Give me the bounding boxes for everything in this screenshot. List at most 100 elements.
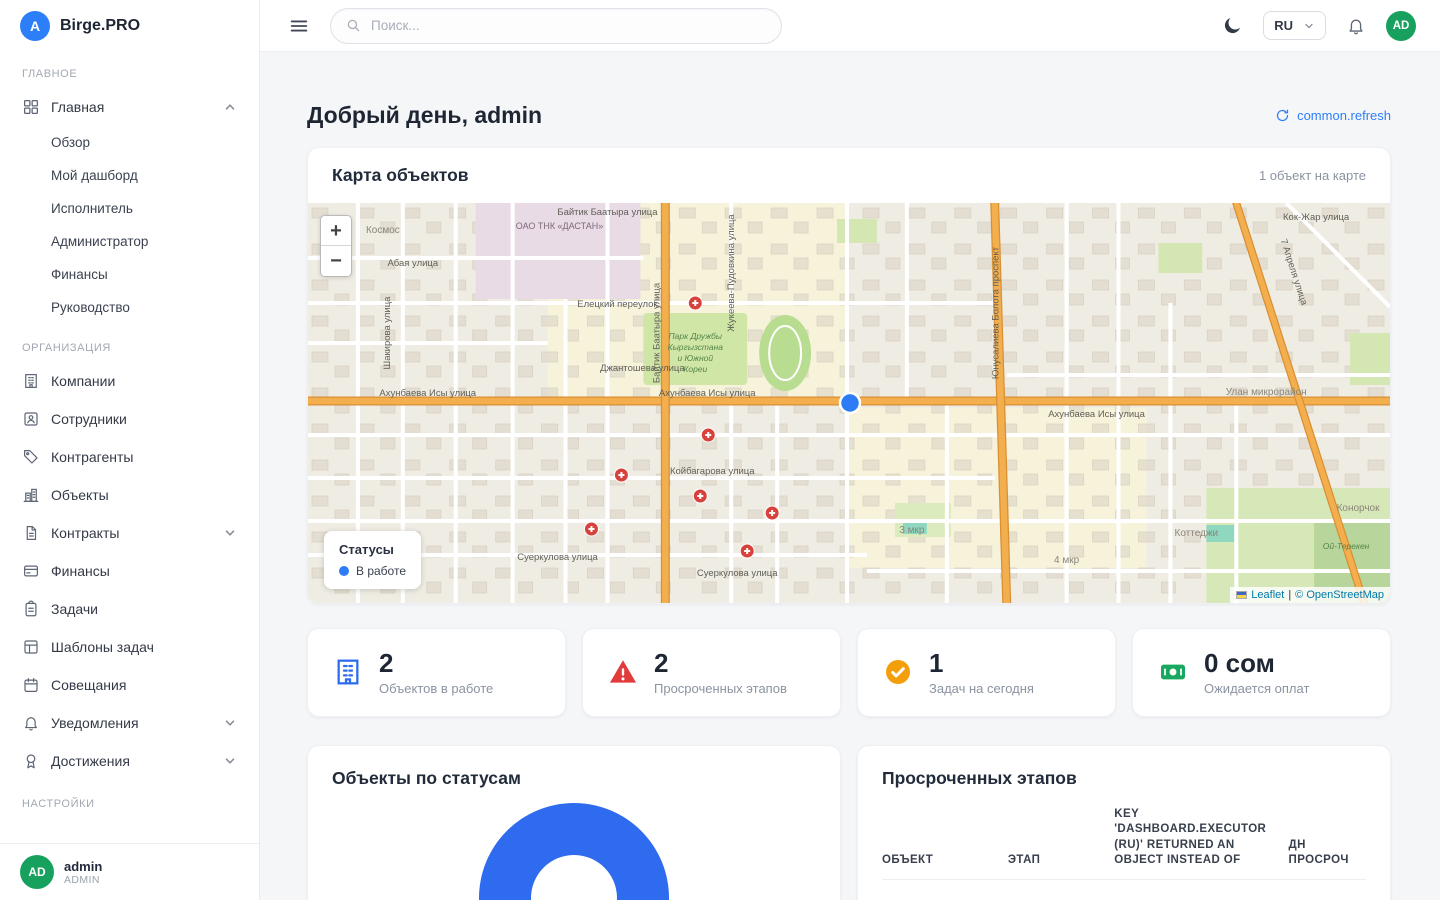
sidebar-item-tasks[interactable]: Задачи [12, 590, 247, 628]
brand-logo-icon: A [20, 11, 50, 41]
map-label: и Южной [677, 353, 713, 363]
section-label-settings: НАСТРОЙКИ [12, 792, 247, 818]
column-header-executor-key: KEY 'DASHBOARD.EXECUTOR (RU)' RETURNED A… [1114, 799, 1288, 880]
sidebar-subitem-finances[interactable]: Финансы [12, 258, 247, 291]
map-label: Кок-Жар улица [1283, 212, 1350, 223]
map-label: ОАО ТНК «ДАСТАН» [516, 221, 603, 231]
stat-label: Ожидается оплат [1204, 681, 1309, 696]
map-canvas[interactable]: Космос ОАО ТНК «ДАСТАН» Байтик Баатыра у… [308, 203, 1390, 603]
user-role: ADMIN [64, 874, 102, 886]
brand-block[interactable]: A Birge.PRO [0, 0, 259, 52]
sidebar-item-label: Финансы [51, 563, 110, 579]
legend-title: Статусы [339, 542, 406, 557]
status-in-progress-dot [339, 566, 349, 576]
section-label-main: ГЛАВНОЕ [12, 62, 247, 88]
column-header-days-overdue: ДН ПРОСРОЧ [1289, 799, 1366, 880]
topbar-avatar[interactable]: AD [1386, 11, 1416, 41]
sidebar-item-contracts[interactable]: Контракты [12, 514, 247, 552]
openstreetmap-link[interactable]: © OpenStreetMap [1295, 589, 1384, 601]
zoom-out-button[interactable]: − [321, 246, 351, 276]
contracts-icon [22, 524, 40, 542]
map-label: Жукеева-Пудовкина улица [726, 214, 737, 332]
medical-cross-marker[interactable] [584, 522, 598, 536]
medical-cross-marker[interactable] [688, 296, 702, 310]
contractors-icon [22, 448, 40, 466]
objects-by-status-panel: Объекты по статусам [307, 745, 841, 900]
medical-cross-marker[interactable] [740, 544, 754, 558]
refresh-button[interactable]: common.refresh [1275, 108, 1391, 123]
overdue-stages-table: ОБЪЕКТ ЭТАП KEY 'DASHBOARD.EXECUTOR (RU)… [882, 799, 1366, 880]
sidebar-item-home[interactable]: Главная [12, 88, 247, 126]
map-card: Карта объектов 1 объект на карте [307, 147, 1391, 604]
main-area: RU AD Добрый день, admin common.refresh … [260, 0, 1440, 900]
map-label: Улан микрорайон [1226, 387, 1307, 398]
sidebar-item-contractors[interactable]: Контрагенты [12, 438, 247, 476]
sidebar-subitem-administrator[interactable]: Администратор [12, 225, 247, 258]
sidebar-user[interactable]: AD admin ADMIN [0, 843, 259, 900]
language-value: RU [1274, 18, 1293, 33]
legend-item-label: В работе [356, 564, 406, 578]
medical-cross-marker[interactable] [693, 489, 707, 503]
sidebar-subitem-executor[interactable]: Исполнитель [12, 192, 247, 225]
leaflet-link[interactable]: Leaflet [1251, 589, 1284, 601]
stat-value: 1 [929, 649, 1034, 678]
check-circle-icon [882, 656, 914, 688]
sidebar-item-task-templates[interactable]: Шаблоны задач [12, 628, 247, 666]
map-label: 4 мкр [1054, 555, 1080, 566]
grid-icon [22, 98, 40, 116]
stat-value: 2 [654, 649, 787, 678]
sidebar-item-companies[interactable]: Компании [12, 362, 247, 400]
objects-icon [22, 486, 40, 504]
sidebar-item-label: Главная [51, 99, 104, 115]
sidebar-item-achievements[interactable]: Достижения [12, 742, 247, 780]
sidebar-item-label: Контракты [51, 525, 119, 541]
medical-cross-marker[interactable] [614, 468, 628, 482]
notifications-bell-button[interactable] [1342, 12, 1370, 40]
map-attribution: Leaflet | © OpenStreetMap [1230, 587, 1390, 603]
sidebar-item-employees[interactable]: Сотрудники [12, 400, 247, 438]
medical-cross-marker[interactable] [701, 428, 715, 442]
stat-value: 0 сом [1204, 649, 1309, 678]
panel-title: Объекты по статусам [332, 768, 816, 789]
tasks-icon [22, 600, 40, 618]
refresh-icon [1275, 108, 1290, 123]
search-input[interactable] [371, 18, 767, 33]
sidebar-subitem-overview[interactable]: Обзор [12, 126, 247, 159]
map-label: Космос [366, 225, 400, 236]
hamburger-menu-button[interactable] [284, 11, 314, 41]
map-label: Коттеджи [1175, 528, 1219, 539]
map-label: Суеркулова улица [517, 552, 598, 563]
notifications-icon [22, 714, 40, 732]
language-select[interactable]: RU [1263, 11, 1326, 40]
achievements-icon [22, 752, 40, 770]
dark-mode-toggle[interactable] [1218, 11, 1247, 40]
user-name: admin [64, 859, 102, 874]
map-label: Суеркулова улица [697, 568, 778, 579]
finance-icon [22, 562, 40, 580]
sidebar-subitem-my-dashboard[interactable]: Мой дашборд [12, 159, 247, 192]
search-box [330, 8, 782, 44]
section-label-organization: ОРГАНИЗАЦИЯ [12, 336, 247, 362]
chevron-down-icon [223, 716, 237, 730]
app-root: A Birge.PRO ГЛАВНОЕ Главная Обзор Мой да… [0, 0, 1440, 900]
chevron-down-icon [1303, 20, 1315, 32]
medical-cross-marker[interactable] [765, 506, 779, 520]
company-icon [22, 372, 40, 390]
map-status-legend: Статусы В работе [324, 531, 421, 589]
map-label: Ахунбаева Исы улица [1048, 409, 1145, 420]
map-label: Байтик Баатыра улица [557, 207, 658, 218]
stat-card-overdue-stages: 2 Просроченных этапов [582, 628, 841, 717]
object-marker[interactable] [840, 393, 860, 413]
sidebar: A Birge.PRO ГЛАВНОЕ Главная Обзор Мой да… [0, 0, 260, 900]
sidebar-item-objects[interactable]: Объекты [12, 476, 247, 514]
sidebar-item-notifications[interactable]: Уведомления [12, 704, 247, 742]
sidebar-subitem-management[interactable]: Руководство [12, 291, 247, 324]
page-title: Добрый день, admin [307, 102, 542, 129]
map-label: Юнусалиева Болота проспект [991, 246, 1002, 379]
sidebar-item-finance[interactable]: Финансы [12, 552, 247, 590]
stat-card-expected-payment: 0 сом Ожидается оплат [1132, 628, 1391, 717]
map-zoom-control: + − [320, 215, 352, 277]
map-label: Койбагарова улица [670, 466, 755, 477]
zoom-in-button[interactable]: + [321, 216, 351, 246]
sidebar-item-meetings[interactable]: Совещания [12, 666, 247, 704]
